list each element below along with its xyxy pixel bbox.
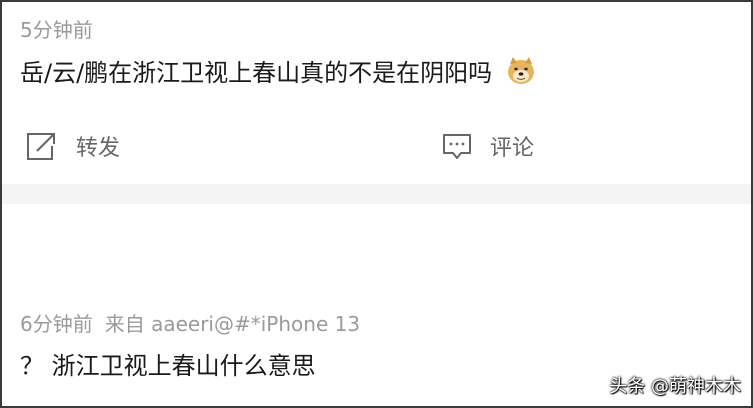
reply-text: ？ 浙江卫视上春山什么意思 xyxy=(20,352,316,380)
post-actions: 转发 评论 xyxy=(2,126,751,166)
screenshot-frame: 5分钟前 岳/云/鹏在浙江卫视上春山真的不是在阴阳吗 转发 评论 6分钟前 来自… xyxy=(0,0,753,408)
comment-button[interactable]: 评论 xyxy=(442,130,534,162)
comment-label: 评论 xyxy=(490,136,535,161)
post-text: 岳/云/鹏在浙江卫视上春山真的不是在阴阳吗 xyxy=(20,59,493,87)
reply-source: 来自 aaeeri@#*iPhone 13 xyxy=(104,312,361,336)
share-icon xyxy=(24,130,58,162)
watermark: 头条 @萌神木木 xyxy=(609,376,741,397)
section-divider xyxy=(2,184,751,204)
reply-meta: 6分钟前 来自 aaeeri@#*iPhone 13 xyxy=(20,312,360,336)
doge-emoji-icon xyxy=(506,56,536,86)
forward-button[interactable]: 转发 xyxy=(24,130,120,162)
post-content: 岳/云/鹏在浙江卫视上春山真的不是在阴阳吗 xyxy=(20,56,536,89)
reply-timestamp: 6分钟前 xyxy=(20,312,93,336)
comment-icon xyxy=(442,130,472,162)
post-card: 5分钟前 岳/云/鹏在浙江卫视上春山真的不是在阴阳吗 转发 评论 xyxy=(2,2,751,182)
forward-label: 转发 xyxy=(76,136,121,161)
post-timestamp: 5分钟前 xyxy=(20,18,93,42)
